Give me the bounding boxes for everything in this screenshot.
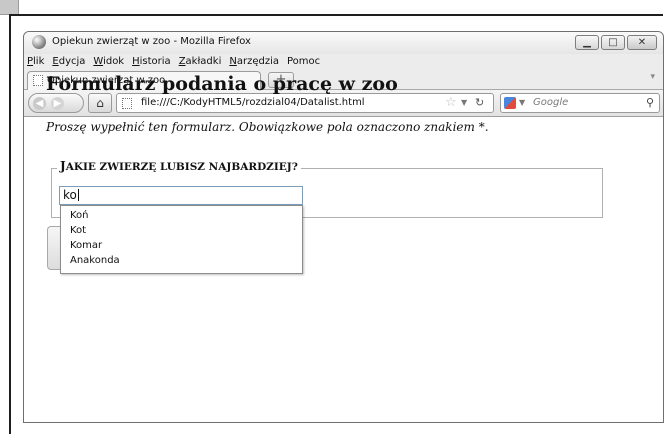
menu-help[interactable]: Pomoc: [287, 56, 320, 67]
chevron-down-icon[interactable]: ▼: [461, 98, 467, 107]
menu-edit[interactable]: Edycja: [52, 56, 85, 67]
back-arrow-icon[interactable]: ◀: [33, 97, 46, 110]
fieldset-legend: JAKIE ZWIERZĘ LUBISZ NAJBARDZIEJ?: [57, 159, 301, 173]
datalist-option[interactable]: Koń: [61, 208, 302, 223]
datalist-option[interactable]: Kot: [61, 223, 302, 238]
reload-icon[interactable]: ↻: [475, 96, 484, 109]
menu-view[interactable]: Widok: [93, 56, 124, 67]
maximize-button[interactable]: □: [601, 35, 625, 50]
window-title: Opiekun zwierząt w zoo - Mozilla Firefox: [52, 36, 251, 47]
page-icon: [33, 75, 43, 86]
input-value: ko: [63, 188, 77, 202]
datalist-option[interactable]: Anakonda: [61, 253, 302, 268]
minimize-button[interactable]: ▁: [575, 35, 599, 50]
favorite-animal-input[interactable]: ko: [59, 186, 303, 205]
search-icon[interactable]: ⚲: [646, 96, 654, 109]
back-forward-group: ◀ ▶: [28, 93, 84, 113]
search-placeholder: Google: [533, 97, 569, 108]
text-caret: [77, 189, 79, 201]
tab-list-icon[interactable]: ▾: [650, 72, 655, 82]
firefox-icon: [32, 35, 46, 49]
menu-history[interactable]: Historia: [132, 56, 171, 67]
page-icon: [122, 98, 132, 109]
datalist-option[interactable]: Komar: [61, 238, 302, 253]
forward-arrow-icon[interactable]: ▶: [51, 97, 64, 110]
menu-bar: Plik Edycja Widok Historia Zakładki Narz…: [24, 53, 663, 69]
search-bar[interactable]: ▼ Google ⚲: [500, 93, 660, 113]
page-title: Formularz podania o pracę w zoo: [46, 73, 398, 95]
background-corner-tab: [0, 0, 19, 15]
datalist-dropdown: Koń Kot Komar Anakonda: [60, 205, 303, 274]
menu-file[interactable]: Plik: [27, 56, 44, 67]
intro-text: Proszę wypełnić ten formularz. Obowiązko…: [46, 120, 489, 134]
home-icon[interactable]: ⌂: [88, 93, 112, 113]
menu-tools[interactable]: Narzędzia: [229, 56, 279, 67]
url-text: file:///C:/KodyHTML5/rozdzial04/Datalist…: [141, 97, 365, 108]
close-button[interactable]: ✕: [627, 35, 657, 50]
menu-bookmarks[interactable]: Zakładki: [179, 56, 222, 67]
chevron-down-icon[interactable]: ▼: [519, 98, 525, 107]
window-controls: ▁ □ ✕: [573, 35, 657, 50]
title-bar: Opiekun zwierząt w zoo - Mozilla Firefox…: [24, 32, 663, 54]
bookmark-star-icon[interactable]: ☆: [445, 95, 457, 110]
google-icon[interactable]: [504, 97, 516, 109]
submit-button[interactable]: [47, 226, 61, 270]
url-bar[interactable]: file:///C:/KodyHTML5/rozdzial04/Datalist…: [116, 93, 494, 113]
